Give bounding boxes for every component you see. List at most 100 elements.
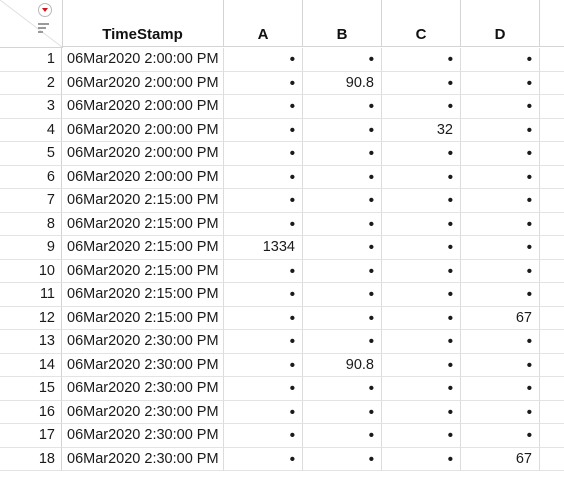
- cell-c[interactable]: •: [382, 283, 461, 307]
- cell-b[interactable]: 90.8: [303, 353, 382, 377]
- cell-d[interactable]: 67: [461, 306, 540, 330]
- table-row[interactable]: 14 06Mar2020 2:30:00 PM • 90.8 • •: [0, 353, 564, 377]
- cell-c[interactable]: •: [382, 259, 461, 283]
- table-row[interactable]: 9 06Mar2020 2:15:00 PM 1334 • • •: [0, 236, 564, 260]
- cell-c[interactable]: •: [382, 236, 461, 260]
- column-header-b[interactable]: B: [303, 0, 382, 47]
- cell-timestamp[interactable]: 06Mar2020 2:30:00 PM: [62, 447, 224, 471]
- cell-b[interactable]: •: [303, 236, 382, 260]
- cell-a[interactable]: •: [224, 48, 303, 72]
- cell-timestamp[interactable]: 06Mar2020 2:00:00 PM: [62, 142, 224, 166]
- cell-d[interactable]: •: [461, 95, 540, 119]
- cell-timestamp[interactable]: 06Mar2020 2:15:00 PM: [62, 306, 224, 330]
- cell-d[interactable]: 67: [461, 447, 540, 471]
- row-number[interactable]: 10: [0, 259, 62, 283]
- row-number[interactable]: 7: [0, 189, 62, 213]
- cell-b[interactable]: •: [303, 283, 382, 307]
- cell-c[interactable]: •: [382, 353, 461, 377]
- cell-c[interactable]: •: [382, 165, 461, 189]
- row-number[interactable]: 17: [0, 424, 62, 448]
- cell-timestamp[interactable]: 06Mar2020 2:00:00 PM: [62, 118, 224, 142]
- cell-timestamp[interactable]: 06Mar2020 2:30:00 PM: [62, 353, 224, 377]
- cell-d[interactable]: •: [461, 71, 540, 95]
- cell-d[interactable]: •: [461, 283, 540, 307]
- table-row[interactable]: 12 06Mar2020 2:15:00 PM • • • 67: [0, 306, 564, 330]
- cell-b[interactable]: •: [303, 118, 382, 142]
- cell-timestamp[interactable]: 06Mar2020 2:00:00 PM: [62, 71, 224, 95]
- cell-b[interactable]: •: [303, 165, 382, 189]
- row-number[interactable]: 6: [0, 165, 62, 189]
- cell-b[interactable]: •: [303, 377, 382, 401]
- cell-timestamp[interactable]: 06Mar2020 2:30:00 PM: [62, 377, 224, 401]
- cell-b[interactable]: •: [303, 400, 382, 424]
- row-number[interactable]: 18: [0, 447, 62, 471]
- cell-a[interactable]: •: [224, 447, 303, 471]
- row-number[interactable]: 12: [0, 306, 62, 330]
- cell-timestamp[interactable]: 06Mar2020 2:00:00 PM: [62, 165, 224, 189]
- cell-a[interactable]: •: [224, 330, 303, 354]
- table-row[interactable]: 11 06Mar2020 2:15:00 PM • • • •: [0, 283, 564, 307]
- table-row[interactable]: 6 06Mar2020 2:00:00 PM • • • •: [0, 165, 564, 189]
- row-number[interactable]: 8: [0, 212, 62, 236]
- table-row[interactable]: 5 06Mar2020 2:00:00 PM • • • •: [0, 142, 564, 166]
- cell-d[interactable]: •: [461, 424, 540, 448]
- cell-c[interactable]: 32: [382, 118, 461, 142]
- cell-a[interactable]: 1334: [224, 236, 303, 260]
- row-number[interactable]: 11: [0, 283, 62, 307]
- cell-timestamp[interactable]: 06Mar2020 2:15:00 PM: [62, 212, 224, 236]
- cell-b[interactable]: •: [303, 95, 382, 119]
- cell-b[interactable]: •: [303, 447, 382, 471]
- table-row[interactable]: 4 06Mar2020 2:00:00 PM • • 32 •: [0, 118, 564, 142]
- cell-b[interactable]: •: [303, 259, 382, 283]
- cell-a[interactable]: •: [224, 189, 303, 213]
- cell-d[interactable]: •: [461, 400, 540, 424]
- table-row[interactable]: 8 06Mar2020 2:15:00 PM • • • •: [0, 212, 564, 236]
- cell-a[interactable]: •: [224, 212, 303, 236]
- cell-c[interactable]: •: [382, 48, 461, 72]
- cell-timestamp[interactable]: 06Mar2020 2:00:00 PM: [62, 95, 224, 119]
- cell-b[interactable]: •: [303, 48, 382, 72]
- table-row[interactable]: 1 06Mar2020 2:00:00 PM • • • •: [0, 48, 564, 72]
- cell-d[interactable]: •: [461, 353, 540, 377]
- cell-b[interactable]: •: [303, 306, 382, 330]
- cell-d[interactable]: •: [461, 236, 540, 260]
- cell-c[interactable]: •: [382, 189, 461, 213]
- cell-c[interactable]: •: [382, 330, 461, 354]
- table-row[interactable]: 2 06Mar2020 2:00:00 PM • 90.8 • •: [0, 71, 564, 95]
- row-number[interactable]: 4: [0, 118, 62, 142]
- table-row[interactable]: 15 06Mar2020 2:30:00 PM • • • •: [0, 377, 564, 401]
- cell-d[interactable]: •: [461, 259, 540, 283]
- row-number[interactable]: 3: [0, 95, 62, 119]
- cell-d[interactable]: •: [461, 189, 540, 213]
- cell-d[interactable]: •: [461, 212, 540, 236]
- cell-c[interactable]: •: [382, 71, 461, 95]
- cell-c[interactable]: •: [382, 212, 461, 236]
- cell-b[interactable]: 90.8: [303, 71, 382, 95]
- cell-timestamp[interactable]: 06Mar2020 2:15:00 PM: [62, 189, 224, 213]
- cell-timestamp[interactable]: 06Mar2020 2:30:00 PM: [62, 330, 224, 354]
- table-row[interactable]: 17 06Mar2020 2:30:00 PM • • • •: [0, 424, 564, 448]
- cell-a[interactable]: •: [224, 353, 303, 377]
- cell-c[interactable]: •: [382, 447, 461, 471]
- table-row[interactable]: 18 06Mar2020 2:30:00 PM • • • 67: [0, 447, 564, 471]
- cell-b[interactable]: •: [303, 212, 382, 236]
- red-triangle-menu-icon[interactable]: [38, 3, 52, 17]
- row-number[interactable]: 2: [0, 71, 62, 95]
- cell-b[interactable]: •: [303, 424, 382, 448]
- cell-a[interactable]: •: [224, 424, 303, 448]
- cell-d[interactable]: •: [461, 48, 540, 72]
- table-row[interactable]: 10 06Mar2020 2:15:00 PM • • • •: [0, 259, 564, 283]
- row-number[interactable]: 13: [0, 330, 62, 354]
- cell-a[interactable]: •: [224, 142, 303, 166]
- cell-b[interactable]: •: [303, 189, 382, 213]
- cell-b[interactable]: •: [303, 142, 382, 166]
- column-header-a[interactable]: A: [224, 0, 303, 47]
- row-number[interactable]: 5: [0, 142, 62, 166]
- table-row[interactable]: 16 06Mar2020 2:30:00 PM • • • •: [0, 400, 564, 424]
- cell-a[interactable]: •: [224, 165, 303, 189]
- cell-timestamp[interactable]: 06Mar2020 2:15:00 PM: [62, 236, 224, 260]
- cell-a[interactable]: •: [224, 400, 303, 424]
- table-row[interactable]: 13 06Mar2020 2:30:00 PM • • • •: [0, 330, 564, 354]
- cell-d[interactable]: •: [461, 118, 540, 142]
- cell-a[interactable]: •: [224, 259, 303, 283]
